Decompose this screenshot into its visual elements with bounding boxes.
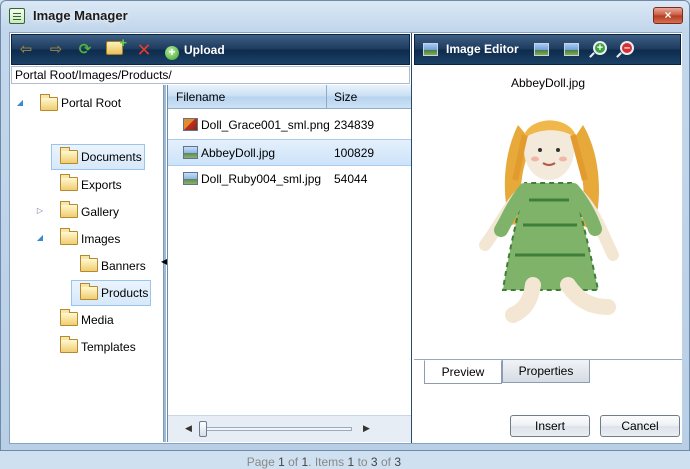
pager-from: 1 xyxy=(347,455,355,469)
tree-node-media[interactable]: Media xyxy=(51,308,151,332)
grid-header: Filename Size xyxy=(168,85,411,109)
tree-label-documents: Documents xyxy=(81,150,142,164)
resize-image-icon[interactable] xyxy=(534,43,549,56)
tree-node-templates[interactable]: Templates xyxy=(51,335,156,359)
tab-properties[interactable]: Properties xyxy=(502,360,590,383)
tree-node-gallery[interactable]: ▷ Gallery xyxy=(11,200,151,224)
table-row[interactable]: AbbeyDoll.jpg 100829 xyxy=(168,139,411,166)
folder-icon xyxy=(60,174,78,191)
collapse-left-arrow-icon[interactable]: ◀ xyxy=(161,257,167,266)
upload-button[interactable]: + Upload xyxy=(165,41,225,61)
tree-node-banners[interactable]: Banners xyxy=(71,254,161,278)
file-size: 54044 xyxy=(334,172,368,186)
horizontal-scroll-track[interactable] xyxy=(202,427,352,431)
tree-node-documents[interactable]: Documents xyxy=(51,144,145,170)
table-row[interactable]: Doll_Ruby004_sml.jpg 54044 xyxy=(168,166,411,193)
title-bar: Image Manager × xyxy=(1,1,689,31)
scroll-left-arrow-icon[interactable]: ◀ xyxy=(185,423,192,434)
crop-image-icon[interactable] xyxy=(564,43,579,56)
tree-label-gallery: Gallery xyxy=(81,205,120,219)
file-size: 100829 xyxy=(334,146,375,160)
current-path: Portal Root/Images/Products/ xyxy=(11,66,410,84)
folder-tree: ◢ Portal Root Documents Exports ▷ Galler… xyxy=(11,85,162,442)
tree-label-products: Products xyxy=(101,286,149,300)
file-size: 234839 xyxy=(334,118,375,132)
close-button[interactable]: × xyxy=(653,7,683,24)
pager-total: 3 xyxy=(394,455,401,469)
pager-of-word: of xyxy=(288,455,299,469)
image-editor-pane: Image Editor + – AbbeyDoll.jpg Preview P… xyxy=(414,33,682,443)
tree-node-products[interactable]: Products xyxy=(71,280,151,306)
column-header-filename[interactable]: Filename xyxy=(176,90,225,104)
tree-label-banners: Banners xyxy=(101,259,146,273)
upload-icon: + xyxy=(165,46,179,60)
file-grid: Filename Size Doll_Grace001_sml.png 2348… xyxy=(167,85,411,469)
editor-tabstrip: Preview Properties xyxy=(414,359,682,384)
browser-toolbar: ⇦ ⇨ ⟳ ✕ + Upload xyxy=(11,34,410,65)
tree-node-images[interactable]: ◢ Images xyxy=(11,227,151,251)
pager-to: 3 xyxy=(370,455,378,469)
pager-items-word: . Items xyxy=(308,455,345,469)
tree-label-templates: Templates xyxy=(81,340,136,354)
pager-of-word: of xyxy=(380,455,391,469)
file-name: AbbeyDoll.jpg xyxy=(201,146,276,160)
scroll-right-arrow-icon[interactable]: ▶ xyxy=(363,423,370,434)
insert-button[interactable]: Insert xyxy=(510,415,590,437)
collapse-triangle-icon[interactable]: ◢ xyxy=(35,233,45,243)
file-name: Doll_Grace001_sml.png xyxy=(201,118,330,132)
delete-icon[interactable]: ✕ xyxy=(136,41,152,59)
pager-to-word: to xyxy=(357,455,368,469)
cancel-button[interactable]: Cancel xyxy=(600,415,680,437)
tree-label-portal-root: Portal Root xyxy=(61,96,122,110)
refresh-icon[interactable]: ⟳ xyxy=(77,42,93,58)
tab-preview[interactable]: Preview xyxy=(424,360,502,384)
folder-icon xyxy=(60,309,78,326)
file-name: Doll_Ruby004_sml.jpg xyxy=(201,172,322,186)
folder-icon xyxy=(60,147,78,164)
tree-label-media: Media xyxy=(81,313,114,327)
doll-preview-image xyxy=(479,120,619,323)
pager-info: Page 1 of 1. Items 1 to 3 of 3 xyxy=(247,455,401,469)
tree-node-portal-root[interactable]: ◢ Portal Root xyxy=(11,93,161,117)
expand-triangle-icon[interactable]: ▷ xyxy=(35,206,45,216)
horizontal-scroll-thumb[interactable] xyxy=(199,421,207,437)
jpg-file-icon xyxy=(183,146,198,159)
folder-icon xyxy=(60,228,78,245)
pager-page-word: Page xyxy=(246,455,275,469)
editor-toolbar: Image Editor + – xyxy=(414,34,681,65)
png-file-icon xyxy=(183,118,198,131)
window-app-icon xyxy=(9,8,25,24)
upload-label: Upload xyxy=(184,43,225,57)
jpg-file-icon xyxy=(183,172,198,185)
folder-icon xyxy=(60,336,78,353)
pager-page: 1 xyxy=(278,455,285,469)
preview-file-name: AbbeyDoll.jpg xyxy=(510,76,586,90)
folder-icon xyxy=(80,255,98,272)
folder-icon xyxy=(80,283,98,300)
tree-label-images: Images xyxy=(81,232,121,246)
dialog-content: ⇦ ⇨ ⟳ ✕ + Upload Portal Root/Images/Produ… xyxy=(9,32,682,469)
collapse-triangle-icon[interactable]: ◢ xyxy=(15,98,25,108)
file-browser-pane: ⇦ ⇨ ⟳ ✕ + Upload Portal Root/Images/Produ… xyxy=(10,33,412,469)
folder-icon xyxy=(40,94,58,111)
table-row[interactable]: Doll_Grace001_sml.png 234839 xyxy=(168,112,411,139)
tree-label-exports: Exports xyxy=(81,178,122,192)
folder-icon xyxy=(60,201,78,218)
forward-arrow-icon[interactable]: ⇨ xyxy=(48,42,64,58)
column-header-size[interactable]: Size xyxy=(334,90,357,104)
pager-pages: 1 xyxy=(301,455,309,469)
zoom-in-icon[interactable]: + xyxy=(593,41,607,55)
image-editor-title[interactable]: Image Editor xyxy=(446,42,519,56)
zoom-out-icon[interactable]: – xyxy=(620,41,634,55)
tree-node-exports[interactable]: Exports xyxy=(51,173,151,197)
window-title: Image Manager xyxy=(33,8,128,23)
back-arrow-icon[interactable]: ⇦ xyxy=(18,42,34,58)
image-manager-window: Image Manager × ⇦ ⇨ ⟳ ✕ + Upload Portal R… xyxy=(0,0,690,469)
new-folder-icon[interactable] xyxy=(106,35,127,55)
column-divider[interactable] xyxy=(326,85,327,108)
image-editor-icon[interactable] xyxy=(423,43,438,56)
